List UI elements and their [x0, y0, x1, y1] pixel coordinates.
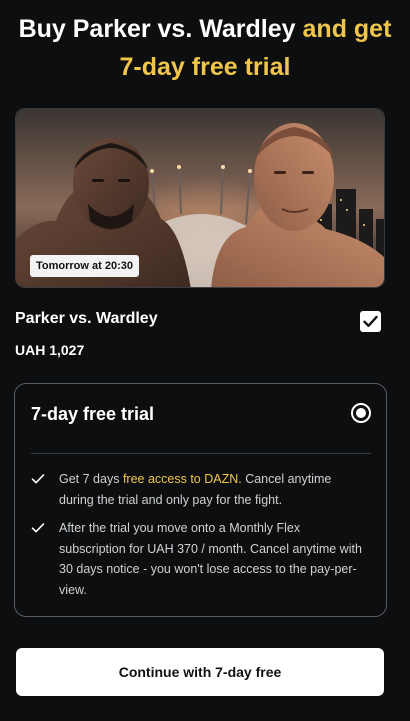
event-time-badge: Tomorrow at 20:30 — [30, 255, 139, 277]
trial-divider — [31, 453, 371, 454]
header-trial-text: 7-day free trial — [119, 53, 291, 81]
event-hero-image: Tomorrow at 20:30 — [15, 108, 385, 288]
continue-button-prefix: Continue with — [118, 664, 212, 680]
radio-selected-icon — [356, 408, 366, 418]
event-title: Parker vs. Wardley — [15, 310, 158, 327]
event-checkbox[interactable] — [360, 311, 381, 332]
header-event-text: Buy Parker vs. Wardley — [18, 15, 296, 43]
page-header: Buy Parker vs. Wardley and get 7-day fre… — [0, 10, 410, 86]
trial-radio-button[interactable] — [351, 403, 371, 423]
trial-benefit-text: Get 7 days free access to DAZN. Cancel a… — [59, 469, 364, 510]
header-line-2: 7-day free trial — [0, 48, 410, 86]
header-line-1: Buy Parker vs. Wardley and get — [0, 10, 410, 48]
trial-option-card[interactable]: 7-day free trial Get 7 days free access … — [14, 383, 387, 617]
trial-benefit-text: After the trial you move onto a Monthly … — [59, 521, 362, 597]
continue-button-bold: 7-day free — [215, 664, 282, 680]
header-and-get-text: and get — [302, 15, 392, 43]
trial-benefit-highlight: free access to DAZN. — [122, 472, 242, 486]
event-price: UAH 1,027 — [15, 342, 85, 358]
continue-button[interactable]: Continue with 7-day free — [16, 648, 384, 696]
check-icon — [31, 523, 45, 533]
trial-benefit-prefix: Get 7 days — [59, 472, 123, 486]
trial-option-title: 7-day free trial — [31, 404, 155, 424]
check-icon — [31, 474, 45, 484]
checkbox-checked-icon — [363, 315, 378, 327]
